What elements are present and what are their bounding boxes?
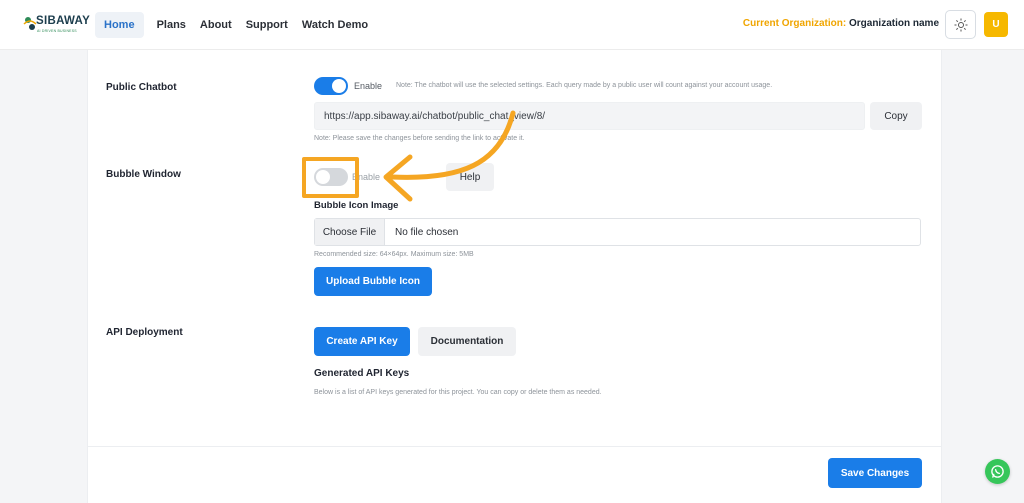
nav-about[interactable]: About [193, 12, 239, 38]
sibaway-logo[interactable]: SIBAWAY AI DRIVEN BUSINESS [22, 12, 90, 38]
whatsapp-icon [991, 465, 1004, 478]
sun-icon [954, 18, 967, 31]
current-organization: Current Organization: Organization name [743, 18, 939, 29]
logo-text: SIBAWAY [36, 15, 91, 27]
public-chatbot-note: Note: The chatbot will use the selected … [396, 82, 773, 89]
footer-divider [87, 446, 942, 447]
whatsapp-chat-button[interactable] [985, 459, 1010, 484]
nav-home[interactable]: Home [95, 12, 144, 38]
nav-support[interactable]: Support [239, 12, 295, 38]
choose-file-button[interactable]: Choose File [315, 219, 385, 245]
curved-arrow-annotation-icon [383, 110, 516, 202]
public-chatbot-enable-label: Enable [354, 81, 383, 91]
theme-toggle-button[interactable] [945, 10, 976, 39]
toggle-highlight-box [302, 157, 359, 198]
generated-api-keys-note: Below is a list of API keys generated fo… [314, 389, 602, 396]
public-chatbot-toggle[interactable] [314, 77, 348, 95]
save-changes-button[interactable]: Save Changes [828, 458, 922, 488]
create-api-key-button[interactable]: Create API Key [314, 327, 410, 356]
top-header: SIBAWAY AI DRIVEN BUSINESS Home Plans Ab… [0, 0, 1024, 50]
nav-plans[interactable]: Plans [150, 12, 193, 38]
documentation-button[interactable]: Documentation [418, 327, 516, 356]
org-name: Organization name [848, 18, 939, 29]
bubble-icon-file-input[interactable]: Choose File No file chosen [314, 218, 921, 246]
bubble-window-label: Bubble Window [106, 169, 181, 180]
nav-watch-demo[interactable]: Watch Demo [295, 12, 375, 38]
api-deployment-label: API Deployment [106, 327, 183, 338]
public-chatbot-label: Public Chatbot [106, 82, 177, 93]
toggle-knob [332, 79, 346, 93]
file-status-text: No file chosen [395, 226, 459, 238]
org-label: Current Organization: [742, 18, 847, 29]
bubble-icon-size-note: Recommended size: 64×64px. Maximum size:… [314, 251, 474, 258]
main-nav: Home Plans About Support Watch Demo [95, 12, 375, 38]
generated-api-keys-heading: Generated API Keys [314, 368, 410, 379]
user-avatar[interactable]: U [984, 12, 1008, 37]
logo-subtitle: AI DRIVEN BUSINESS [37, 29, 77, 33]
copy-button[interactable]: Copy [870, 102, 922, 130]
upload-bubble-icon-button[interactable]: Upload Bubble Icon [314, 267, 432, 296]
bubble-icon-image-label: Bubble Icon Image [314, 200, 399, 211]
